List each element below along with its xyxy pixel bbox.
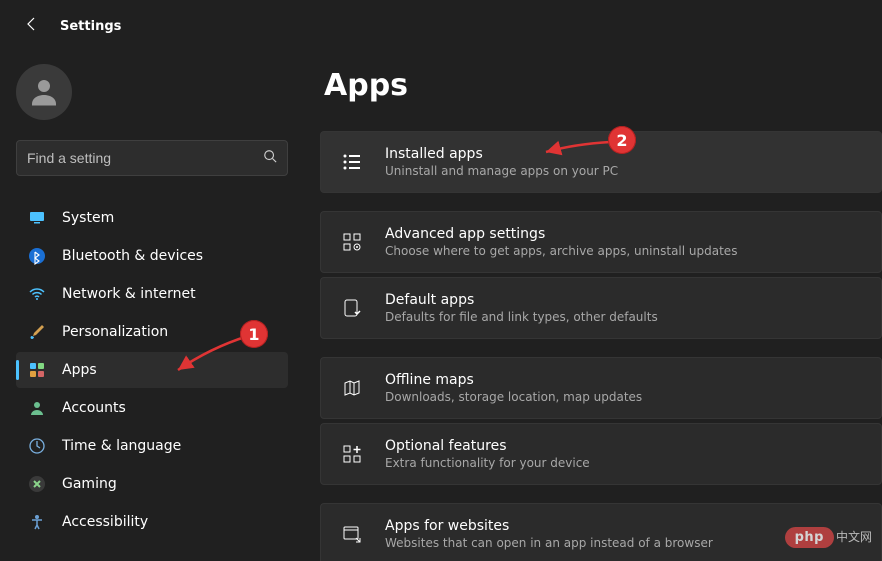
person-icon <box>28 399 46 417</box>
avatar[interactable] <box>16 64 72 120</box>
card-title: Offline maps <box>385 372 642 388</box>
clock-globe-icon <box>28 437 46 455</box>
accessibility-icon <box>28 513 46 531</box>
wifi-icon <box>28 285 46 303</box>
sidebar-item-label: Accessibility <box>62 514 148 530</box>
card-title: Installed apps <box>385 146 618 162</box>
sidebar-item-system[interactable]: System <box>16 200 288 236</box>
card-title: Optional features <box>385 438 590 454</box>
doc-check-icon <box>341 297 363 319</box>
sidebar-item-personalization[interactable]: Personalization <box>16 314 288 350</box>
sidebar-item-bluetooth[interactable]: Bluetooth & devices <box>16 238 288 274</box>
card-title: Default apps <box>385 292 658 308</box>
sidebar-item-label: Gaming <box>62 476 117 492</box>
grid-gear-icon <box>341 231 363 253</box>
sidebar-item-accessibility[interactable]: Accessibility <box>16 504 288 540</box>
sidebar-item-label: Apps <box>62 362 97 378</box>
card-title: Advanced app settings <box>385 226 737 242</box>
window-link-icon <box>341 523 363 545</box>
sidebar-item-time[interactable]: Time & language <box>16 428 288 464</box>
card-desc: Extra functionality for your device <box>385 456 590 470</box>
grid-plus-icon <box>341 443 363 465</box>
sidebar-item-label: Personalization <box>62 324 168 340</box>
card-advanced-app-settings[interactable]: Advanced app settings Choose where to ge… <box>320 211 882 273</box>
monitor-icon <box>28 209 46 227</box>
map-icon <box>341 377 363 399</box>
card-desc: Uninstall and manage apps on your PC <box>385 164 618 178</box>
sidebar-item-label: Accounts <box>62 400 126 416</box>
sidebar: System Bluetooth & devices Network & int… <box>0 48 300 561</box>
watermark-brand: php <box>785 527 834 548</box>
card-desc: Choose where to get apps, archive apps, … <box>385 244 737 258</box>
window-header: Settings <box>0 0 882 48</box>
card-default-apps[interactable]: Default apps Defaults for file and link … <box>320 277 882 339</box>
card-offline-maps[interactable]: Offline maps Downloads, storage location… <box>320 357 882 419</box>
card-desc: Defaults for file and link types, other … <box>385 310 658 324</box>
header-title: Settings <box>60 19 121 34</box>
back-icon[interactable] <box>24 16 40 36</box>
search-input[interactable] <box>27 150 263 166</box>
sidebar-item-label: Time & language <box>62 438 181 454</box>
page-title: Apps <box>320 68 882 103</box>
search-icon[interactable] <box>263 149 277 167</box>
sidebar-item-gaming[interactable]: Gaming <box>16 466 288 502</box>
bluetooth-icon <box>28 247 46 265</box>
list-icon <box>341 151 363 173</box>
card-title: Apps for websites <box>385 518 713 534</box>
sidebar-item-label: Network & internet <box>62 286 196 302</box>
card-desc: Downloads, storage location, map updates <box>385 390 642 404</box>
watermark: php中文网 <box>785 526 872 545</box>
watermark-suffix: 中文网 <box>836 530 872 544</box>
main-content: Apps Installed apps Uninstall and manage… <box>300 48 882 561</box>
card-optional-features[interactable]: Optional features Extra functionality fo… <box>320 423 882 485</box>
search-box[interactable] <box>16 140 288 176</box>
sidebar-item-label: Bluetooth & devices <box>62 248 203 264</box>
sidebar-item-network[interactable]: Network & internet <box>16 276 288 312</box>
brush-icon <box>28 323 46 341</box>
gaming-icon <box>28 475 46 493</box>
sidebar-item-apps[interactable]: Apps <box>16 352 288 388</box>
apps-icon <box>28 361 46 379</box>
card-installed-apps[interactable]: Installed apps Uninstall and manage apps… <box>320 131 882 193</box>
sidebar-item-label: System <box>62 210 114 226</box>
card-desc: Websites that can open in an app instead… <box>385 536 713 550</box>
sidebar-item-accounts[interactable]: Accounts <box>16 390 288 426</box>
